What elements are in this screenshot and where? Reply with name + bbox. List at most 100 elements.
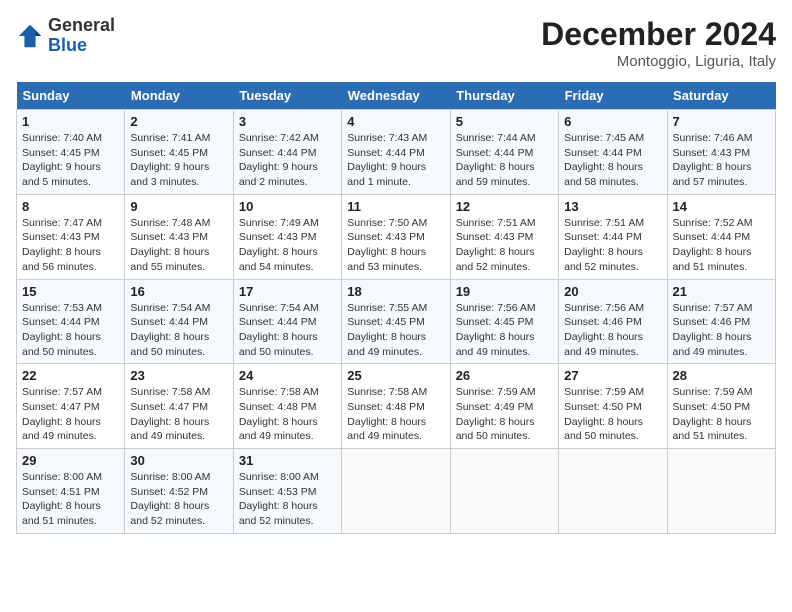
day-number: 17 bbox=[239, 284, 336, 299]
calendar-cell: 5Sunrise: 7:44 AMSunset: 4:44 PMDaylight… bbox=[450, 110, 558, 195]
day-number: 18 bbox=[347, 284, 444, 299]
day-info: Sunrise: 7:46 AMSunset: 4:43 PMDaylight:… bbox=[673, 131, 770, 190]
day-info: Sunrise: 7:40 AMSunset: 4:45 PMDaylight:… bbox=[22, 131, 119, 190]
day-number: 2 bbox=[130, 114, 227, 129]
logo-icon bbox=[16, 22, 44, 50]
day-info: Sunrise: 7:55 AMSunset: 4:45 PMDaylight:… bbox=[347, 301, 444, 360]
day-number: 13 bbox=[564, 199, 661, 214]
day-info: Sunrise: 8:00 AMSunset: 4:53 PMDaylight:… bbox=[239, 470, 336, 529]
calendar-cell bbox=[559, 449, 667, 534]
calendar-cell: 22Sunrise: 7:57 AMSunset: 4:47 PMDayligh… bbox=[17, 364, 125, 449]
day-number: 28 bbox=[673, 368, 770, 383]
day-number: 30 bbox=[130, 453, 227, 468]
day-number: 11 bbox=[347, 199, 444, 214]
day-number: 24 bbox=[239, 368, 336, 383]
calendar-week-1: 1 Sunrise: 7:40 AMSunset: 4:45 PMDaylight… bbox=[17, 110, 776, 195]
calendar-cell: 14Sunrise: 7:52 AMSunset: 4:44 PMDayligh… bbox=[667, 194, 775, 279]
calendar-cell: 25 Sunrise: 7:58 AMSunset: 4:48 PMDayligh… bbox=[342, 364, 450, 449]
calendar-cell: 12 Sunrise: 7:51 AMSunset: 4:43 PMDayligh… bbox=[450, 194, 558, 279]
day-info: Sunrise: 7:56 AMSunset: 4:46 PMDaylight:… bbox=[564, 301, 661, 360]
day-number: 29 bbox=[22, 453, 119, 468]
calendar-cell: 11 Sunrise: 7:50 AMSunset: 4:43 PMDayligh… bbox=[342, 194, 450, 279]
day-number: 23 bbox=[130, 368, 227, 383]
header-tuesday: Tuesday bbox=[233, 82, 341, 110]
calendar-cell: 7 Sunrise: 7:46 AMSunset: 4:43 PMDaylight… bbox=[667, 110, 775, 195]
calendar-table: SundayMondayTuesdayWednesdayThursdayFrid… bbox=[16, 82, 776, 534]
calendar-cell: 10 Sunrise: 7:49 AMSunset: 4:43 PMDayligh… bbox=[233, 194, 341, 279]
calendar-cell: 23 Sunrise: 7:58 AMSunset: 4:47 PMDayligh… bbox=[125, 364, 233, 449]
page-header: General Blue December 2024 Montoggio, Li… bbox=[16, 16, 776, 70]
calendar-week-3: 15 Sunrise: 7:53 AMSunset: 4:44 PMDayligh… bbox=[17, 279, 776, 364]
day-number: 16 bbox=[130, 284, 227, 299]
day-info: Sunrise: 7:47 AMSunset: 4:43 PMDaylight:… bbox=[22, 216, 119, 275]
calendar-week-2: 8Sunrise: 7:47 AMSunset: 4:43 PMDaylight… bbox=[17, 194, 776, 279]
day-info: Sunrise: 7:53 AMSunset: 4:44 PMDaylight:… bbox=[22, 301, 119, 360]
header-saturday: Saturday bbox=[667, 82, 775, 110]
calendar-cell: 15 Sunrise: 7:53 AMSunset: 4:44 PMDayligh… bbox=[17, 279, 125, 364]
day-info: Sunrise: 8:00 AMSunset: 4:51 PMDaylight:… bbox=[22, 470, 119, 529]
day-info: Sunrise: 7:45 AMSunset: 4:44 PMDaylight:… bbox=[564, 131, 661, 190]
day-info: Sunrise: 7:49 AMSunset: 4:43 PMDaylight:… bbox=[239, 216, 336, 275]
calendar-cell: 20 Sunrise: 7:56 AMSunset: 4:46 PMDayligh… bbox=[559, 279, 667, 364]
day-info: Sunrise: 7:57 AMSunset: 4:47 PMDaylight:… bbox=[22, 385, 119, 444]
day-info: Sunrise: 7:57 AMSunset: 4:46 PMDaylight:… bbox=[673, 301, 770, 360]
day-number: 26 bbox=[456, 368, 553, 383]
calendar-cell: 21 Sunrise: 7:57 AMSunset: 4:46 PMDayligh… bbox=[667, 279, 775, 364]
calendar-header-row: SundayMondayTuesdayWednesdayThursdayFrid… bbox=[17, 82, 776, 110]
day-info: Sunrise: 7:58 AMSunset: 4:48 PMDaylight:… bbox=[239, 385, 336, 444]
day-info: Sunrise: 7:59 AMSunset: 4:50 PMDaylight:… bbox=[564, 385, 661, 444]
day-number: 12 bbox=[456, 199, 553, 214]
calendar-cell: 27 Sunrise: 7:59 AMSunset: 4:50 PMDayligh… bbox=[559, 364, 667, 449]
day-info: Sunrise: 7:50 AMSunset: 4:43 PMDaylight:… bbox=[347, 216, 444, 275]
calendar-cell: 9 Sunrise: 7:48 AMSunset: 4:43 PMDaylight… bbox=[125, 194, 233, 279]
day-number: 19 bbox=[456, 284, 553, 299]
day-info: Sunrise: 7:58 AMSunset: 4:48 PMDaylight:… bbox=[347, 385, 444, 444]
day-number: 20 bbox=[564, 284, 661, 299]
day-info: Sunrise: 7:51 AMSunset: 4:43 PMDaylight:… bbox=[456, 216, 553, 275]
title-block: December 2024 Montoggio, Liguria, Italy bbox=[541, 16, 776, 70]
calendar-cell: 16 Sunrise: 7:54 AMSunset: 4:44 PMDayligh… bbox=[125, 279, 233, 364]
day-number: 14 bbox=[673, 199, 770, 214]
calendar-cell: 31Sunrise: 8:00 AMSunset: 4:53 PMDayligh… bbox=[233, 449, 341, 534]
calendar-cell: 19 Sunrise: 7:56 AMSunset: 4:45 PMDayligh… bbox=[450, 279, 558, 364]
day-info: Sunrise: 7:41 AMSunset: 4:45 PMDaylight:… bbox=[130, 131, 227, 190]
calendar-cell: 2 Sunrise: 7:41 AMSunset: 4:45 PMDaylight… bbox=[125, 110, 233, 195]
calendar-cell: 8Sunrise: 7:47 AMSunset: 4:43 PMDaylight… bbox=[17, 194, 125, 279]
calendar-cell: 29 Sunrise: 8:00 AMSunset: 4:51 PMDayligh… bbox=[17, 449, 125, 534]
day-info: Sunrise: 7:54 AMSunset: 4:44 PMDaylight:… bbox=[239, 301, 336, 360]
calendar-cell: 30Sunrise: 8:00 AMSunset: 4:52 PMDayligh… bbox=[125, 449, 233, 534]
calendar-cell: 1 Sunrise: 7:40 AMSunset: 4:45 PMDaylight… bbox=[17, 110, 125, 195]
day-info: Sunrise: 7:58 AMSunset: 4:47 PMDaylight:… bbox=[130, 385, 227, 444]
calendar-cell: 24 Sunrise: 7:58 AMSunset: 4:48 PMDayligh… bbox=[233, 364, 341, 449]
day-number: 27 bbox=[564, 368, 661, 383]
day-info: Sunrise: 7:43 AMSunset: 4:44 PMDaylight:… bbox=[347, 131, 444, 190]
calendar-week-4: 22Sunrise: 7:57 AMSunset: 4:47 PMDayligh… bbox=[17, 364, 776, 449]
day-number: 9 bbox=[130, 199, 227, 214]
header-thursday: Thursday bbox=[450, 82, 558, 110]
header-friday: Friday bbox=[559, 82, 667, 110]
day-number: 10 bbox=[239, 199, 336, 214]
calendar-cell bbox=[667, 449, 775, 534]
day-number: 1 bbox=[22, 114, 119, 129]
location: Montoggio, Liguria, Italy bbox=[541, 53, 776, 70]
day-number: 7 bbox=[673, 114, 770, 129]
day-info: Sunrise: 7:54 AMSunset: 4:44 PMDaylight:… bbox=[130, 301, 227, 360]
day-info: Sunrise: 7:56 AMSunset: 4:45 PMDaylight:… bbox=[456, 301, 553, 360]
header-wednesday: Wednesday bbox=[342, 82, 450, 110]
day-info: Sunrise: 7:51 AMSunset: 4:44 PMDaylight:… bbox=[564, 216, 661, 275]
calendar-cell: 17 Sunrise: 7:54 AMSunset: 4:44 PMDayligh… bbox=[233, 279, 341, 364]
calendar-week-5: 29 Sunrise: 8:00 AMSunset: 4:51 PMDayligh… bbox=[17, 449, 776, 534]
day-info: Sunrise: 7:48 AMSunset: 4:43 PMDaylight:… bbox=[130, 216, 227, 275]
day-number: 3 bbox=[239, 114, 336, 129]
calendar-cell bbox=[342, 449, 450, 534]
day-number: 6 bbox=[564, 114, 661, 129]
day-number: 15 bbox=[22, 284, 119, 299]
day-number: 25 bbox=[347, 368, 444, 383]
calendar-cell: 6 Sunrise: 7:45 AMSunset: 4:44 PMDaylight… bbox=[559, 110, 667, 195]
day-info: Sunrise: 7:44 AMSunset: 4:44 PMDaylight:… bbox=[456, 131, 553, 190]
logo: General Blue bbox=[16, 16, 115, 56]
day-number: 4 bbox=[347, 114, 444, 129]
logo-text: General Blue bbox=[48, 16, 115, 56]
calendar-cell: 4 Sunrise: 7:43 AMSunset: 4:44 PMDaylight… bbox=[342, 110, 450, 195]
day-number: 21 bbox=[673, 284, 770, 299]
